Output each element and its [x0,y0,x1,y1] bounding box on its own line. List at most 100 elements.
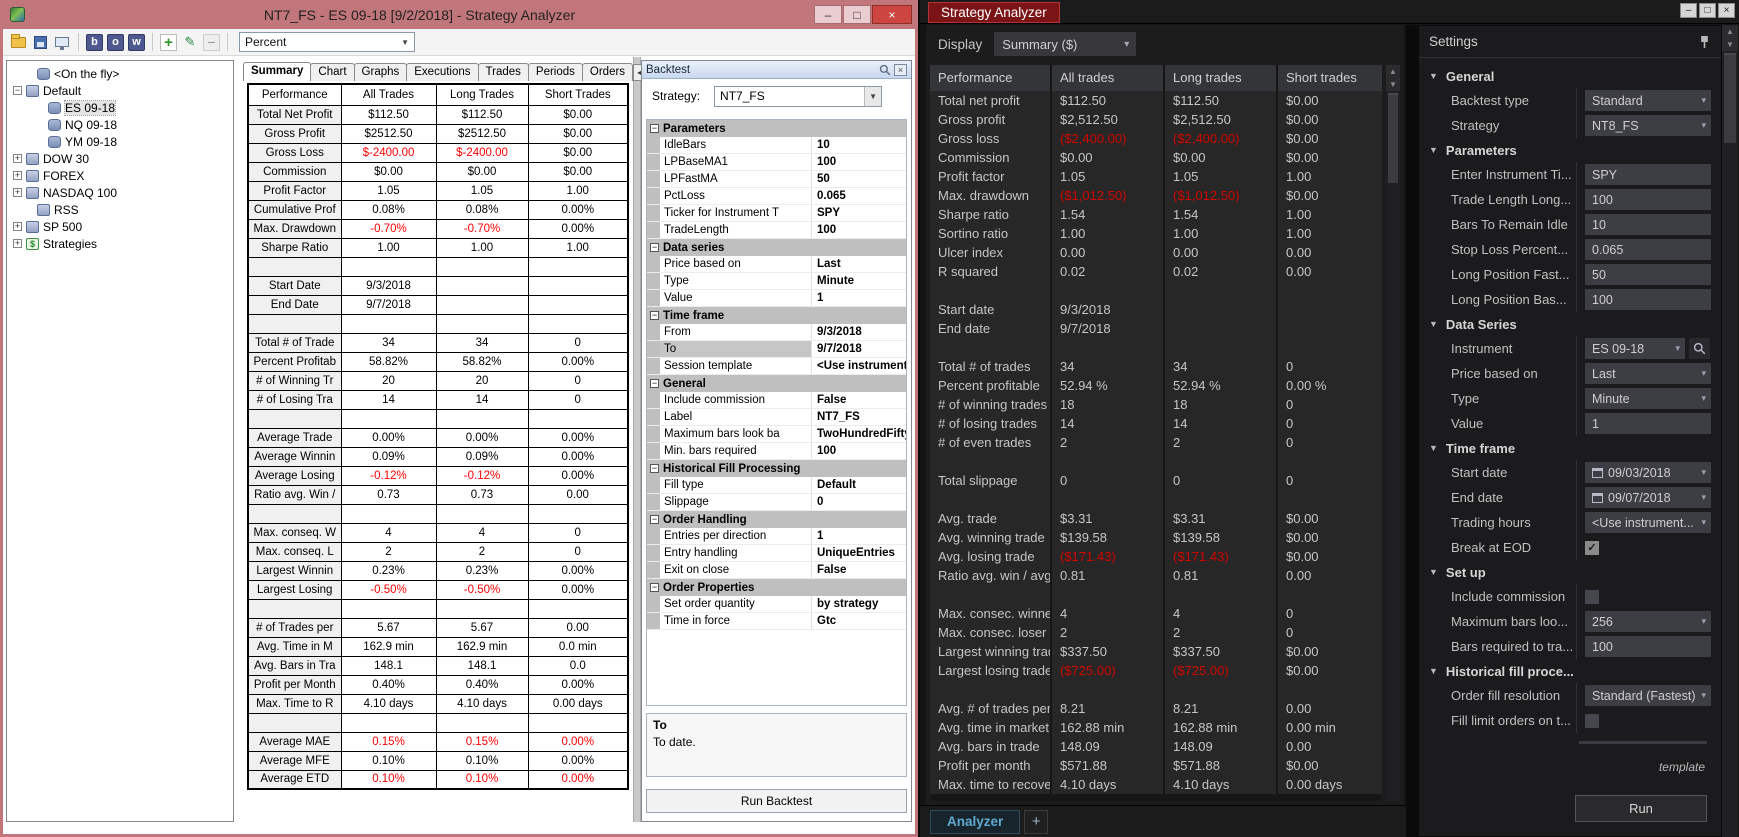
section-collapse-icon[interactable]: ▼ [1429,71,1438,81]
settings-section-header[interactable]: ▼ General [1419,64,1721,88]
property-row[interactable]: Exit on close False [647,562,906,579]
expand-icon[interactable]: + [13,171,22,180]
tab-orders[interactable]: Orders [581,63,634,81]
property-row[interactable]: From 9/3/2018 [647,324,906,341]
property-category[interactable]: − Order Handling [647,511,906,528]
strategy-dropdown[interactable]: NT7_FS ▼ [714,85,883,107]
minimize-icon[interactable]: – [814,5,842,24]
property-value[interactable]: 1 [812,530,906,542]
checkbox-checked-icon[interactable]: ✓ [1585,540,1599,555]
property-value[interactable]: Gtc [812,615,906,627]
settings-dropdown[interactable]: ES 09-18 ▾ [1585,338,1685,359]
tab-graphs[interactable]: Graphs [353,63,408,81]
settings-input[interactable]: 1 [1585,413,1711,434]
property-value[interactable]: UniqueEntries [812,547,906,559]
property-row[interactable]: Type Minute [647,273,906,290]
tree-item[interactable]: − Default [7,82,233,99]
monitor-icon[interactable] [53,33,71,51]
close-panel-icon[interactable]: × [894,63,907,76]
checkbox-unchecked-icon[interactable] [1585,589,1599,604]
property-category[interactable]: − General [647,375,906,392]
tree-item[interactable]: YM 09-18 [7,133,233,150]
property-value[interactable]: 1 [812,292,906,304]
remove-icon[interactable]: − [203,33,220,51]
tree-item[interactable]: NQ 09-18 [7,116,233,133]
property-value[interactable]: 0.065 [812,190,906,202]
display-mode-dropdown[interactable]: Percent ▼ [239,32,415,52]
property-value[interactable]: Last [812,258,906,270]
property-row[interactable]: Min. bars required 100 [647,443,906,460]
settings-input[interactable]: 50 [1585,264,1711,285]
property-value[interactable]: Minute [812,275,906,287]
property-row[interactable]: Include commission False [647,392,906,409]
tree-item[interactable]: <On the fly> [7,65,233,82]
property-row[interactable]: TradeLength 100 [647,222,906,239]
property-category[interactable]: − Time frame [647,307,906,324]
scrollbar-thumb[interactable] [1724,53,1736,143]
tree-splitter[interactable] [234,57,241,834]
settings-input[interactable]: 0.065 [1585,239,1711,260]
property-row[interactable]: Ticker for Instrument T SPY [647,205,906,222]
run-backtest-button[interactable]: Run Backtest [646,789,907,813]
property-value[interactable]: 100 [812,445,906,457]
property-value[interactable]: TwoHundredFiftySix [812,428,906,440]
property-value[interactable]: 0 [812,496,906,508]
property-value[interactable]: SPY [812,207,906,219]
scroll-up-icon[interactable]: ▲ [1722,25,1738,38]
settings-dropdown[interactable]: Standard ▾ [1585,90,1711,111]
collapse-icon[interactable]: − [650,311,659,320]
walkforward-mode-button[interactable]: w [128,33,145,51]
section-collapse-icon[interactable]: ▼ [1429,443,1438,453]
settings-dropdown[interactable]: Standard (Fastest) ▾ [1585,685,1711,706]
expand-icon[interactable]: + [13,188,22,197]
collapse-icon[interactable]: − [650,515,659,524]
tab-analyzer[interactable]: Analyzer [930,809,1021,834]
property-value[interactable]: False [812,564,906,576]
property-category[interactable]: − Data series [647,239,906,256]
table-scrollbar[interactable]: ▲ ▼ [1386,65,1400,801]
property-value[interactable]: 9/7/2018 [812,343,906,355]
close-icon[interactable]: × [872,5,912,24]
property-row[interactable]: LPBaseMA1 100 [647,154,906,171]
settings-section-header[interactable]: ▼ Time frame [1419,436,1721,460]
settings-dropdown[interactable]: Minute ▾ [1585,388,1711,409]
property-value[interactable]: 9/3/2018 [812,326,906,338]
settings-section-header[interactable]: ▼ Data Series [1419,312,1721,336]
expand-icon[interactable]: + [13,154,22,163]
property-row[interactable]: Price based on Last [647,256,906,273]
minimize-icon[interactable]: – [1680,3,1697,18]
scroll-down-icon[interactable]: ▼ [1722,38,1738,51]
property-value[interactable]: 10 [812,139,906,151]
scroll-down-icon[interactable]: ▼ [1386,78,1400,91]
panel-splitter[interactable] [633,57,641,822]
tree-item[interactable]: + NASDAQ 100 [7,184,233,201]
property-row[interactable]: PctLoss 0.065 [647,188,906,205]
property-value[interactable]: False [812,394,906,406]
property-row[interactable]: Session template<Use instrument settings… [647,358,906,375]
property-row[interactable]: Set order quantity by strategy [647,596,906,613]
property-row[interactable]: To 9/7/2018 [647,341,906,358]
settings-input[interactable]: SPY [1585,164,1711,185]
property-value[interactable]: by strategy [812,598,906,610]
settings-section-header[interactable]: ▼ Historical fill proce... [1419,659,1721,683]
collapse-icon[interactable]: − [650,243,659,252]
collapse-icon[interactable]: − [650,464,659,473]
tab-chart[interactable]: Chart [310,63,355,81]
tab-trades[interactable]: Trades [477,63,529,81]
add-icon[interactable]: + [160,33,177,51]
property-value[interactable]: 50 [812,173,906,185]
search-icon[interactable] [879,64,891,76]
settings-section-header[interactable]: ▼ Parameters [1419,138,1721,162]
settings-dropdown[interactable]: NT8_FS ▾ [1585,115,1711,136]
strategy-analyzer-tab[interactable]: Strategy Analyzer [928,2,1060,23]
add-tab-button[interactable]: + [1024,809,1049,834]
tree-item[interactable]: RSS [7,201,233,218]
display-dropdown[interactable]: Summary ($) ▾ [994,32,1137,56]
maximize-icon[interactable]: □ [843,5,871,24]
property-row[interactable]: Fill type Default [647,477,906,494]
settings-input[interactable]: 10 [1585,214,1711,235]
property-row[interactable]: Entry handling UniqueEntries [647,545,906,562]
scroll-up-icon[interactable]: ▲ [1386,65,1400,78]
settings-dropdown[interactable]: 256 ▾ [1585,611,1711,632]
template-link[interactable]: template [1659,760,1705,774]
